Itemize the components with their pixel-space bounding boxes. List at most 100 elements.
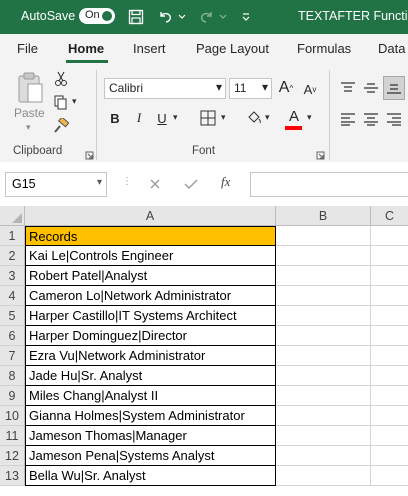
top-align-icon[interactable]	[338, 78, 358, 98]
redo-dropdown-icon[interactable]	[217, 7, 229, 27]
empty-cell[interactable]	[276, 426, 371, 446]
empty-cell[interactable]	[276, 226, 371, 246]
middle-align-icon[interactable]	[361, 78, 381, 98]
underline-dropdown-icon[interactable]: ▾	[173, 112, 178, 123]
empty-cell[interactable]	[276, 366, 371, 386]
underline-icon[interactable]: U	[154, 109, 170, 127]
name-box-dropdown-icon[interactable]: ▾	[97, 177, 102, 188]
empty-cell[interactable]	[371, 366, 408, 386]
column-header-c[interactable]: C	[371, 206, 408, 226]
undo-icon[interactable]	[155, 7, 175, 27]
record-cell[interactable]: Harper Dominguez|Director	[25, 326, 276, 346]
tab-data[interactable]: Data	[378, 41, 405, 56]
clipboard-launcher-icon[interactable]	[85, 147, 94, 160]
paste-label[interactable]: Paste	[14, 106, 45, 120]
empty-cell[interactable]	[276, 326, 371, 346]
autosave-toggle[interactable]: On	[79, 8, 115, 24]
font-name-box[interactable]: Calibri ▾	[104, 78, 226, 99]
row-header[interactable]: 1	[0, 226, 25, 246]
borders-icon[interactable]	[198, 108, 218, 128]
record-cell[interactable]: Jameson Thomas|Manager	[25, 426, 276, 446]
empty-cell[interactable]	[276, 386, 371, 406]
empty-cell[interactable]	[371, 466, 408, 486]
record-cell[interactable]: Ezra Vu|Network Administrator	[25, 346, 276, 366]
name-box[interactable]: G15 ▾	[5, 172, 107, 197]
empty-cell[interactable]	[371, 286, 408, 306]
empty-cell[interactable]	[276, 446, 371, 466]
row-header[interactable]: 8	[0, 366, 25, 386]
record-cell[interactable]: Kai Le|Controls Engineer	[25, 246, 276, 266]
font-launcher-icon[interactable]	[316, 147, 325, 160]
copy-dropdown-icon[interactable]: ▾	[72, 96, 77, 107]
empty-cell[interactable]	[371, 266, 408, 286]
paste-icon[interactable]	[12, 70, 48, 106]
increase-font-size-icon[interactable]: A ^	[275, 77, 297, 99]
empty-cell[interactable]	[276, 246, 371, 266]
row-header[interactable]: 5	[0, 306, 25, 326]
empty-cell[interactable]	[276, 346, 371, 366]
font-color-icon[interactable]: A	[284, 106, 304, 126]
tab-insert[interactable]: Insert	[133, 41, 166, 56]
font-name-dropdown-icon[interactable]: ▾	[216, 80, 222, 94]
record-cell[interactable]: Gianna Holmes|System Administrator	[25, 406, 276, 426]
borders-dropdown-icon[interactable]: ▾	[221, 112, 226, 123]
font-color-dropdown-icon[interactable]: ▾	[307, 112, 312, 123]
row-header[interactable]: 13	[0, 466, 25, 486]
record-cell[interactable]: Bella Wu|Sr. Analyst	[25, 466, 276, 486]
record-cell[interactable]: Cameron Lo|Network Administrator	[25, 286, 276, 306]
bold-icon[interactable]: B	[107, 109, 123, 127]
undo-dropdown-icon[interactable]	[176, 7, 188, 27]
record-cell[interactable]: Harper Castillo|IT Systems Architect	[25, 306, 276, 326]
row-header[interactable]: 2	[0, 246, 25, 266]
empty-cell[interactable]	[371, 306, 408, 326]
save-icon[interactable]	[126, 7, 146, 27]
font-size-dropdown-icon[interactable]: ▾	[262, 80, 268, 94]
empty-cell[interactable]	[371, 326, 408, 346]
empty-cell[interactable]	[371, 346, 408, 366]
row-header[interactable]: 12	[0, 446, 25, 466]
cut-icon[interactable]	[52, 70, 70, 88]
record-cell[interactable]: Miles Chang|Analyst II	[25, 386, 276, 406]
empty-cell[interactable]	[371, 426, 408, 446]
row-header[interactable]: 10	[0, 406, 25, 426]
column-header-b[interactable]: B	[276, 206, 371, 226]
tab-file[interactable]: File	[17, 41, 38, 56]
row-header[interactable]: 7	[0, 346, 25, 366]
cancel-icon[interactable]	[147, 176, 163, 192]
record-cell[interactable]: Jameson Pena|Systems Analyst	[25, 446, 276, 466]
fill-color-dropdown-icon[interactable]: ▾	[265, 112, 270, 123]
record-cell[interactable]: Jade Hu|Sr. Analyst	[25, 366, 276, 386]
decrease-font-size-icon[interactable]: Av	[299, 78, 321, 100]
column-header-a[interactable]: A	[25, 206, 276, 226]
row-header[interactable]: 3	[0, 266, 25, 286]
empty-cell[interactable]	[371, 386, 408, 406]
customize-quick-access-icon[interactable]	[236, 7, 256, 27]
row-header[interactable]: 9	[0, 386, 25, 406]
tab-home[interactable]: Home	[68, 41, 104, 56]
fill-color-icon[interactable]	[244, 108, 264, 128]
bottom-align-icon[interactable]	[383, 76, 405, 100]
empty-cell[interactable]	[371, 446, 408, 466]
format-painter-icon[interactable]	[52, 117, 70, 135]
empty-cell[interactable]	[276, 406, 371, 426]
align-right-icon[interactable]	[384, 109, 404, 129]
tab-formulas[interactable]: Formulas	[297, 41, 351, 56]
empty-cell[interactable]	[371, 226, 408, 246]
font-size-box[interactable]: 11 ▾	[229, 78, 272, 99]
italic-icon[interactable]: I	[131, 109, 147, 127]
paste-dropdown-icon[interactable]: ▾	[26, 122, 31, 133]
empty-cell[interactable]	[276, 286, 371, 306]
record-cell[interactable]: Robert Patel|Analyst	[25, 266, 276, 286]
select-all-corner[interactable]	[0, 206, 25, 226]
enter-icon[interactable]	[183, 176, 199, 192]
row-header[interactable]: 11	[0, 426, 25, 446]
empty-cell[interactable]	[276, 306, 371, 326]
empty-cell[interactable]	[276, 466, 371, 486]
row-header[interactable]: 4	[0, 286, 25, 306]
empty-cell[interactable]	[371, 246, 408, 266]
empty-cell[interactable]	[276, 266, 371, 286]
insert-function-icon[interactable]: fx	[221, 174, 230, 190]
tab-page-layout[interactable]: Page Layout	[196, 41, 269, 56]
records-header-cell[interactable]: Records	[25, 226, 276, 246]
formula-input[interactable]	[250, 172, 408, 197]
